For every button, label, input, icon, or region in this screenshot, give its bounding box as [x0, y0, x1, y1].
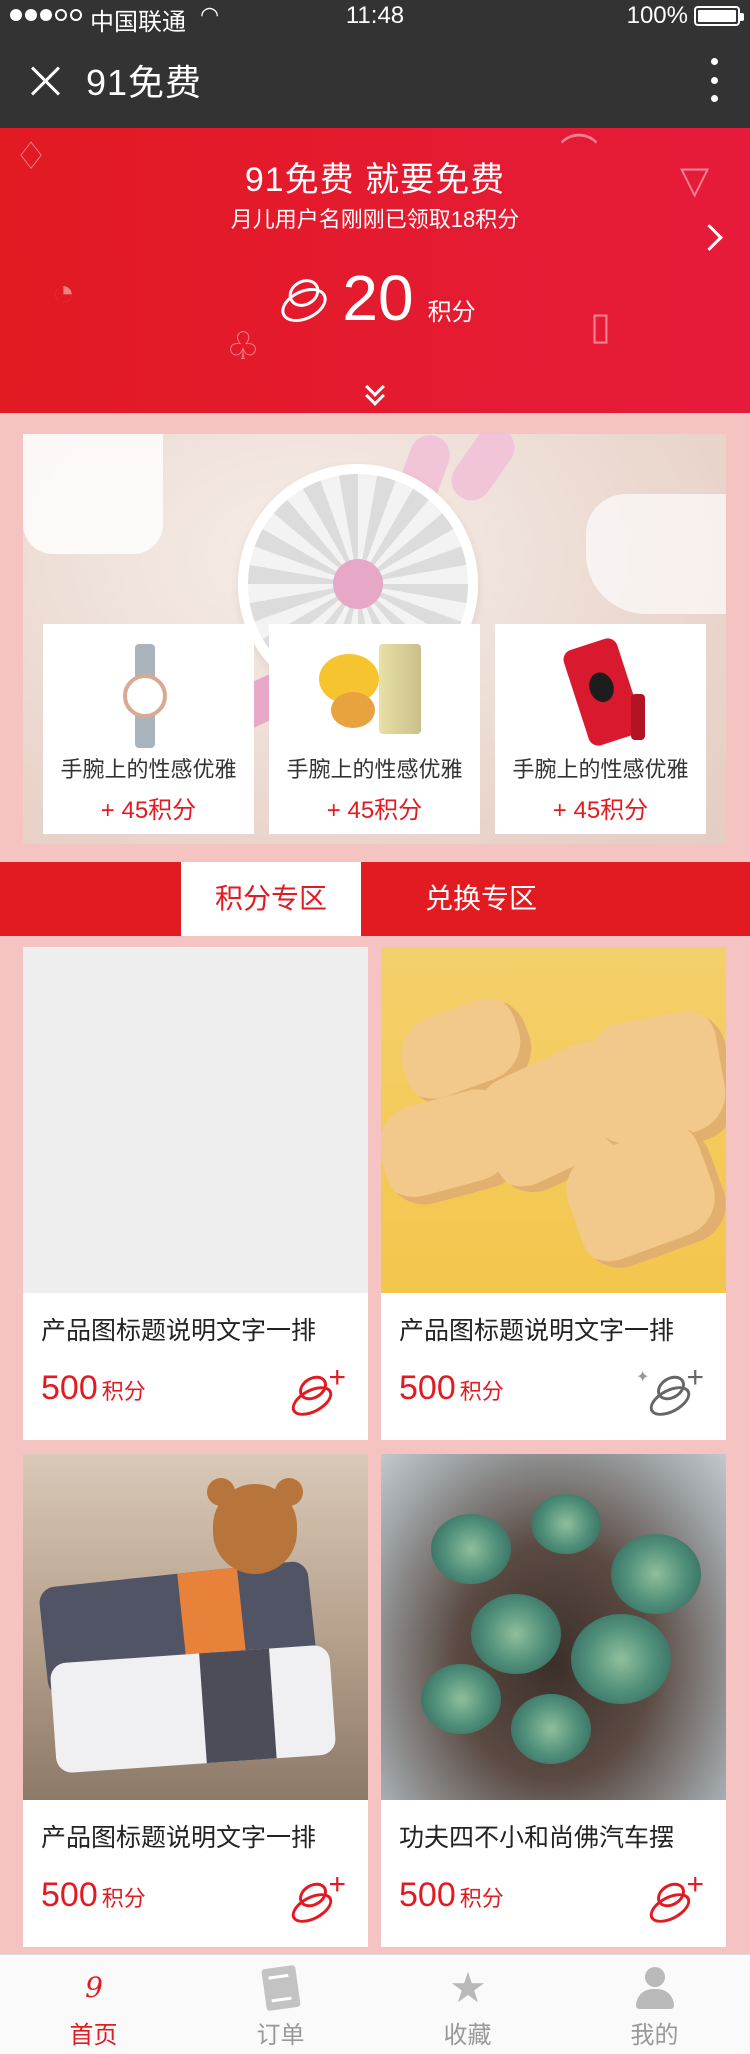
hero-subtitle: 月儿用户名刚刚已领取18积分 [230, 207, 520, 232]
product-price: 500 积分 [399, 1369, 504, 1408]
tea-image [309, 634, 439, 734]
price-unit: 积分 [459, 1379, 504, 1404]
product-card[interactable]: 产品图标题说明文字一排 500 积分 ✦ + [381, 947, 726, 1440]
price-value: 500 [399, 1876, 456, 1914]
points-hero: ♢ ◔ ♧ ⌒ ▽ ▯ 91免费 就要免费 月儿用户名刚刚已领取18积分 20 … [0, 128, 750, 413]
phone-case-image [535, 634, 665, 749]
product-card[interactable]: 功夫四不小和尚佛汽车摆 500 积分 + [381, 1454, 726, 1947]
product-image [381, 947, 726, 1293]
redeem-coins-icon[interactable]: + [286, 1870, 346, 1929]
promo-item-name: 手腕上的性感优雅 [512, 757, 689, 782]
redeem-coins-icon[interactable]: + [644, 1870, 704, 1929]
price-unit: 积分 [101, 1379, 146, 1404]
nav-item-favorites[interactable]: ★ 收藏 [374, 1955, 561, 2054]
battery-icon [694, 6, 744, 26]
top-bar: 中国联通 ◠ 11:48 100% 91免费 [0, 0, 750, 128]
close-button[interactable] [22, 58, 68, 104]
promo-item-name: 手腕上的性感优雅 [286, 757, 463, 782]
more-menu-button[interactable] [704, 58, 724, 102]
page-title: 91免费 [86, 62, 203, 103]
points-unit: 积分 [427, 298, 476, 326]
promo-items: 手腕上的性感优雅 + 45积分 手腕上的性感优雅 + 45积分 手腕上的性感优雅… [43, 624, 706, 834]
bottom-nav: 9 首页 订单 ★ 收藏 我的 [0, 1954, 750, 2054]
product-price: 500 积分 [41, 1876, 146, 1915]
chevron-right-icon[interactable] [698, 224, 726, 252]
price-unit: 积分 [101, 1886, 146, 1911]
product-image [23, 947, 368, 1293]
signal-icon [10, 9, 82, 21]
price-unit: 积分 [459, 1886, 504, 1911]
points-value: 20 [342, 262, 414, 334]
product-card[interactable]: 产品图标题说明文字一排 500 积分 + [23, 947, 368, 1440]
zone-tabs: 积分专区 兑换专区 [0, 862, 750, 936]
promo-item[interactable]: 手腕上的性感优雅 + 45积分 [495, 624, 706, 834]
hero-title: 91免费 就要免费 [244, 161, 506, 199]
battery-percent: 100% [626, 2, 688, 29]
redeem-coins-icon[interactable]: + [286, 1363, 346, 1422]
product-card[interactable]: 产品图标题说明文字一排 500 积分 + [23, 1454, 368, 1947]
product-price: 500 积分 [399, 1876, 504, 1915]
product-image [23, 1454, 368, 1800]
status-time: 11:48 [345, 2, 405, 29]
product-price: 500 积分 [41, 1369, 146, 1408]
redeem-coins-icon[interactable]: ✦ + [636, 1363, 704, 1422]
nav-item-label: 收藏 [443, 2022, 492, 2049]
favorite-icon: ★ [449, 1964, 487, 2011]
promo-item-points: + 45积分 [326, 797, 423, 824]
order-icon [261, 1964, 301, 2012]
promo-banner[interactable]: 手腕上的性感优雅 + 45积分 手腕上的性感优雅 + 45积分 手腕上的性感优雅… [23, 434, 726, 844]
product-title: 产品图标题说明文字一排 [41, 1824, 317, 1852]
chevron-down-icon[interactable] [360, 377, 390, 406]
watch-image [83, 634, 213, 748]
nav-item-label: 首页 [69, 2022, 118, 2049]
tab-points-zone[interactable]: 积分专区 [181, 862, 361, 936]
promo-item-name: 手腕上的性感优雅 [60, 757, 237, 782]
nav-item-orders[interactable]: 订单 [187, 1955, 374, 2054]
product-image [381, 1454, 726, 1800]
promo-item[interactable]: 手腕上的性感优雅 + 45积分 [43, 624, 254, 834]
points-balance: 20 积分 [0, 258, 750, 338]
tab-exchange-zone[interactable]: 兑换专区 [361, 862, 601, 936]
cloth-decoration [586, 494, 726, 614]
price-value: 500 [41, 1369, 98, 1407]
nav-item-label: 我的 [630, 2022, 679, 2049]
profile-icon [634, 1967, 676, 2009]
price-value: 500 [41, 1876, 98, 1914]
price-value: 500 [399, 1369, 456, 1407]
home-logo-icon: 9 [85, 1971, 103, 2004]
cup-decoration [23, 434, 163, 554]
fan-ear [443, 434, 523, 509]
nav-item-profile[interactable]: 我的 [561, 1955, 748, 2054]
product-title: 功夫四不小和尚佛汽车摆 [399, 1824, 675, 1852]
promo-item-points: + 45积分 [100, 797, 197, 824]
promo-item[interactable]: 手腕上的性感优雅 + 45积分 [269, 624, 480, 834]
status-bar: 中国联通 ◠ 11:48 100% [0, 0, 750, 36]
promo-item-points: + 45积分 [552, 797, 649, 824]
coins-icon [274, 276, 328, 320]
nav-item-home[interactable]: 9 首页 [0, 1955, 187, 2054]
product-title: 产品图标题说明文字一排 [41, 1317, 317, 1345]
nav-item-label: 订单 [256, 2022, 305, 2049]
wifi-icon: ◠ [200, 2, 220, 27]
carrier-label: 中国联通 [90, 9, 186, 36]
product-title: 产品图标题说明文字一排 [399, 1317, 675, 1345]
